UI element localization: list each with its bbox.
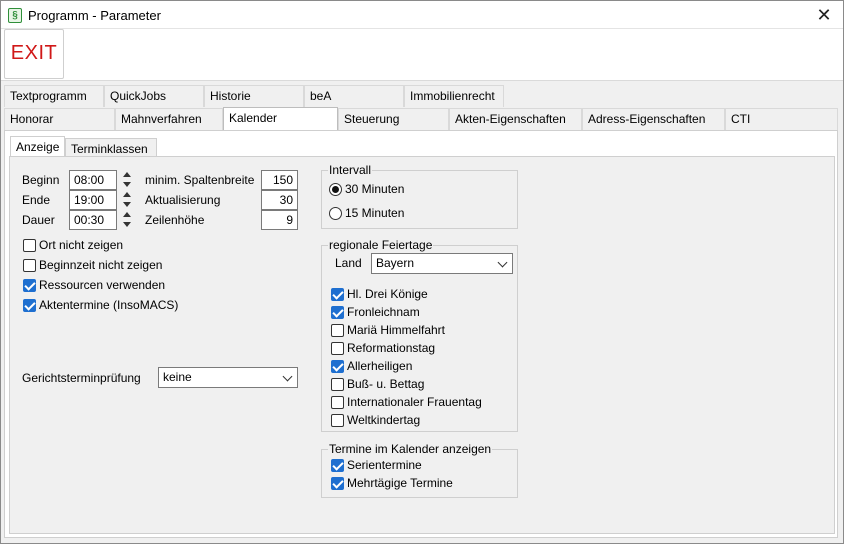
title-bar: § Programm - Parameter ✕ xyxy=(1,1,843,29)
checkbox-label[interactable]: Beginnzeit nicht zeigen xyxy=(39,258,162,272)
intervall-group: Intervall xyxy=(321,163,518,229)
spin-up-icon[interactable] xyxy=(119,210,135,220)
tab-immobilienrecht[interactable]: Immobilienrecht xyxy=(404,85,504,107)
checkbox-checked-icon[interactable] xyxy=(23,299,36,312)
gerichtsterminpruefung-select[interactable]: keine xyxy=(158,367,298,388)
aktualisierung-input[interactable]: 30 xyxy=(261,190,298,210)
land-select[interactable]: Bayern xyxy=(371,253,513,274)
radio-selected-icon[interactable] xyxy=(329,183,342,196)
dauer-label: Dauer xyxy=(22,213,55,227)
checkbox-label[interactable]: Fronleichnam xyxy=(347,305,420,319)
checkbox-label[interactable]: Mehrtägige Termine xyxy=(347,476,453,490)
dauer-input[interactable]: 00:30 xyxy=(69,210,117,230)
tab-textprogramm[interactable]: Textprogramm xyxy=(4,85,104,107)
gerichtsterminpruefung-value: keine xyxy=(163,370,192,384)
checkbox-label[interactable]: Aktentermine (InsoMACS) xyxy=(39,298,178,312)
checkbox-label[interactable]: Buß- u. Bettag xyxy=(347,377,424,391)
spin-down-icon[interactable] xyxy=(119,200,135,210)
spaltenbreite-label: minim. Spaltenbreite xyxy=(145,173,255,187)
ende-label: Ende xyxy=(22,193,51,207)
tab-akten-eigenschaften[interactable]: Akten-Eigenschaften xyxy=(449,108,582,130)
checkbox-label[interactable]: Hl. Drei Könige xyxy=(347,287,428,301)
chevron-down-icon xyxy=(497,257,508,268)
checkbox-checked-icon[interactable] xyxy=(331,306,344,319)
exit-button-label: EXIT xyxy=(10,42,58,64)
tab-cti[interactable]: CTI xyxy=(725,108,838,130)
spin-down-icon[interactable] xyxy=(119,220,135,230)
exit-button[interactable]: EXIT xyxy=(4,29,64,79)
window: § Programm - Parameter ✕ EXIT Textprogra… xyxy=(0,0,844,544)
checkbox-label[interactable]: Internationaler Frauentag xyxy=(347,395,482,409)
checkbox-unchecked-icon[interactable] xyxy=(23,259,36,272)
tab-honorar[interactable]: Honorar xyxy=(4,108,115,130)
land-label: Land xyxy=(335,256,362,270)
checkbox-label[interactable]: Serientermine xyxy=(347,458,422,472)
beginn-spinner[interactable] xyxy=(119,170,135,190)
checkbox-checked-icon[interactable] xyxy=(331,459,344,472)
spin-down-icon[interactable] xyxy=(119,180,135,190)
beginn-label: Beginn xyxy=(22,173,60,187)
checkbox-checked-icon[interactable] xyxy=(331,477,344,490)
tab-historie[interactable]: Historie xyxy=(204,85,304,107)
window-title: Programm - Parameter xyxy=(28,8,161,23)
checkbox-label[interactable]: Mariä Himmelfahrt xyxy=(347,323,445,337)
land-value: Bayern xyxy=(376,256,415,270)
ende-spinner[interactable] xyxy=(119,190,135,210)
termine-anzeigen-group: Termine im Kalender anzeigen xyxy=(321,442,518,498)
radio-unselected-icon[interactable] xyxy=(329,207,342,220)
close-icon[interactable]: ✕ xyxy=(813,5,835,25)
zeilenhoehe-input[interactable]: 9 xyxy=(261,210,298,230)
beginn-input[interactable]: 08:00 xyxy=(69,170,117,190)
toolbar: EXIT xyxy=(1,29,843,81)
tab-adress-eigenschaften[interactable]: Adress-Eigenschaften xyxy=(582,108,725,130)
termine-anzeigen-group-title: Termine im Kalender anzeigen xyxy=(328,442,493,456)
checkbox-unchecked-icon[interactable] xyxy=(331,324,344,337)
checkbox-unchecked-icon[interactable] xyxy=(23,239,36,252)
intervall-group-title: Intervall xyxy=(328,163,373,177)
zeilenhoehe-label: Zeilenhöhe xyxy=(145,213,205,227)
gerichtsterminpruefung-label: Gerichtsterminprüfung xyxy=(22,371,141,385)
checkbox-checked-icon[interactable] xyxy=(331,360,344,373)
radio-label[interactable]: 30 Minuten xyxy=(345,182,404,196)
checkbox-label[interactable]: Ort nicht zeigen xyxy=(39,238,123,252)
checkbox-unchecked-icon[interactable] xyxy=(331,414,344,427)
spin-up-icon[interactable] xyxy=(119,170,135,180)
tab-bea[interactable]: beA xyxy=(304,85,404,107)
checkbox-label[interactable]: Ressourcen verwenden xyxy=(39,278,165,292)
aktualisierung-label: Aktualisierung xyxy=(145,193,221,207)
checkbox-checked-icon[interactable] xyxy=(23,279,36,292)
checkbox-label[interactable]: Reformationstag xyxy=(347,341,435,355)
checkbox-unchecked-icon[interactable] xyxy=(331,342,344,355)
ende-input[interactable]: 19:00 xyxy=(69,190,117,210)
checkbox-unchecked-icon[interactable] xyxy=(331,378,344,391)
chevron-down-icon xyxy=(282,371,293,382)
tab-steuerung[interactable]: Steuerung xyxy=(338,108,449,130)
checkbox-label[interactable]: Allerheiligen xyxy=(347,359,412,373)
feiertage-group-title: regionale Feiertage xyxy=(328,238,434,252)
app-icon: § xyxy=(8,8,22,23)
radio-label[interactable]: 15 Minuten xyxy=(345,206,404,220)
checkbox-label[interactable]: Weltkindertag xyxy=(347,413,420,427)
dauer-spinner[interactable] xyxy=(119,210,135,230)
tab-mahnverfahren[interactable]: Mahnverfahren xyxy=(115,108,223,130)
tab-kalender[interactable]: Kalender xyxy=(223,107,338,131)
tab-quickjobs[interactable]: QuickJobs xyxy=(104,85,204,107)
checkbox-checked-icon[interactable] xyxy=(331,288,344,301)
checkbox-unchecked-icon[interactable] xyxy=(331,396,344,409)
spaltenbreite-input[interactable]: 150 xyxy=(261,170,298,190)
spin-up-icon[interactable] xyxy=(119,190,135,200)
